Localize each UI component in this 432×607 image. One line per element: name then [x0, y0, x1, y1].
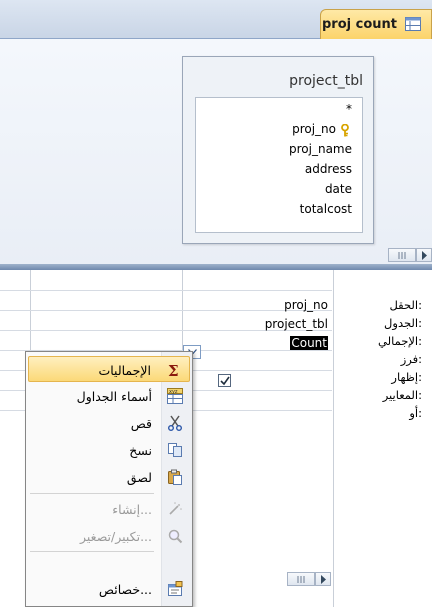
zoom-icon	[168, 529, 183, 544]
row-label-show: إظهار:	[391, 370, 422, 384]
grid-row-divider	[0, 310, 332, 311]
row-label-or: أو:	[409, 406, 422, 420]
menu-item-label: لصق	[126, 470, 152, 485]
field-list-item[interactable]: date	[325, 182, 352, 196]
total-cell[interactable]: Count	[290, 336, 328, 350]
query-icon	[405, 17, 421, 31]
row-label-table: الجدول:	[384, 316, 422, 330]
table-title: project_tbl	[289, 73, 363, 89]
menu-item-cut[interactable]: قص	[28, 410, 190, 436]
table-field-list-window[interactable]: project_tbl * proj_no proj_name address …	[182, 56, 374, 244]
row-label-field: الحقل:	[389, 298, 422, 312]
show-checkbox[interactable]	[218, 374, 231, 387]
checkmark-icon	[220, 376, 230, 386]
scroll-thumb[interactable]	[287, 572, 315, 586]
grid-row-divider	[0, 290, 332, 291]
properties-icon	[168, 581, 183, 596]
arrow-right-icon	[321, 575, 326, 584]
menu-item-zoom[interactable]: تكبير/تصغير...	[28, 523, 190, 549]
menu-item-totals[interactable]: الإجماليات Σ	[28, 356, 190, 382]
menu-separator	[30, 551, 154, 552]
menu-item-label: إنشاء...	[112, 502, 152, 517]
table-names-icon: xyz	[167, 388, 183, 404]
sigma-icon: Σ	[168, 362, 179, 378]
primary-key-icon	[341, 124, 349, 137]
menu-item-properties[interactable]: خصائص...	[28, 576, 190, 602]
field-cell[interactable]: proj_no	[284, 298, 328, 312]
row-label-criteria: المعايير:	[382, 388, 422, 402]
scroll-right-button[interactable]	[416, 248, 432, 262]
query-design-upper-pane: proj count project_tbl * proj_no proj_na…	[0, 0, 432, 264]
menu-item-label: تكبير/تصغير...	[80, 529, 152, 544]
field-list-item[interactable]: *	[346, 102, 352, 116]
tab-proj-count[interactable]: proj count	[320, 9, 432, 39]
grid-row-labels: الحقل: الجدول: الإجمالي: فرز: إظهار: الم…	[338, 270, 432, 607]
field-list-item[interactable]: totalcost	[300, 202, 352, 216]
menu-item-label: أسماء الجداول	[76, 389, 152, 404]
document-tab-bar: proj count	[0, 0, 432, 39]
scissors-icon	[168, 415, 182, 431]
svg-text:Σ: Σ	[168, 362, 179, 378]
context-menu: الإجماليات Σ أسماء الجداول xyz قص نسخ لص…	[25, 351, 193, 607]
menu-item-label: خصائص...	[98, 582, 152, 597]
field-list-item[interactable]: proj_name	[289, 142, 352, 156]
arrow-right-icon	[422, 251, 427, 260]
grip-icon	[398, 252, 406, 259]
upper-horizontal-scrollbar[interactable]	[388, 248, 432, 262]
scroll-right-button[interactable]	[315, 572, 331, 586]
menu-item-table-names[interactable]: أسماء الجداول xyz	[28, 383, 190, 409]
menu-item-label: نسخ	[129, 443, 152, 458]
menu-item-paste[interactable]: لصق	[28, 464, 190, 490]
tab-label: proj count	[322, 17, 397, 32]
menu-item-label: قص	[130, 416, 152, 431]
table-cell[interactable]: project_tbl	[265, 317, 328, 331]
field-list[interactable]: * proj_no proj_name address date totalco…	[195, 97, 363, 233]
copy-icon	[168, 443, 182, 457]
row-label-total: الإجمالي:	[378, 334, 422, 348]
row-label-sort: فرز:	[400, 352, 422, 366]
field-list-item[interactable]: address	[305, 162, 352, 176]
field-list-item[interactable]: proj_no	[292, 122, 336, 136]
menu-separator	[30, 493, 154, 494]
menu-item-label: الإجماليات	[98, 363, 151, 378]
scroll-thumb[interactable]	[388, 248, 416, 262]
lower-horizontal-scrollbar[interactable]	[287, 572, 331, 586]
paste-icon	[168, 469, 182, 485]
menu-item-copy[interactable]: نسخ	[28, 437, 190, 463]
menu-item-build[interactable]: إنشاء...	[28, 496, 190, 522]
build-icon	[169, 502, 182, 515]
grip-icon	[297, 576, 305, 583]
